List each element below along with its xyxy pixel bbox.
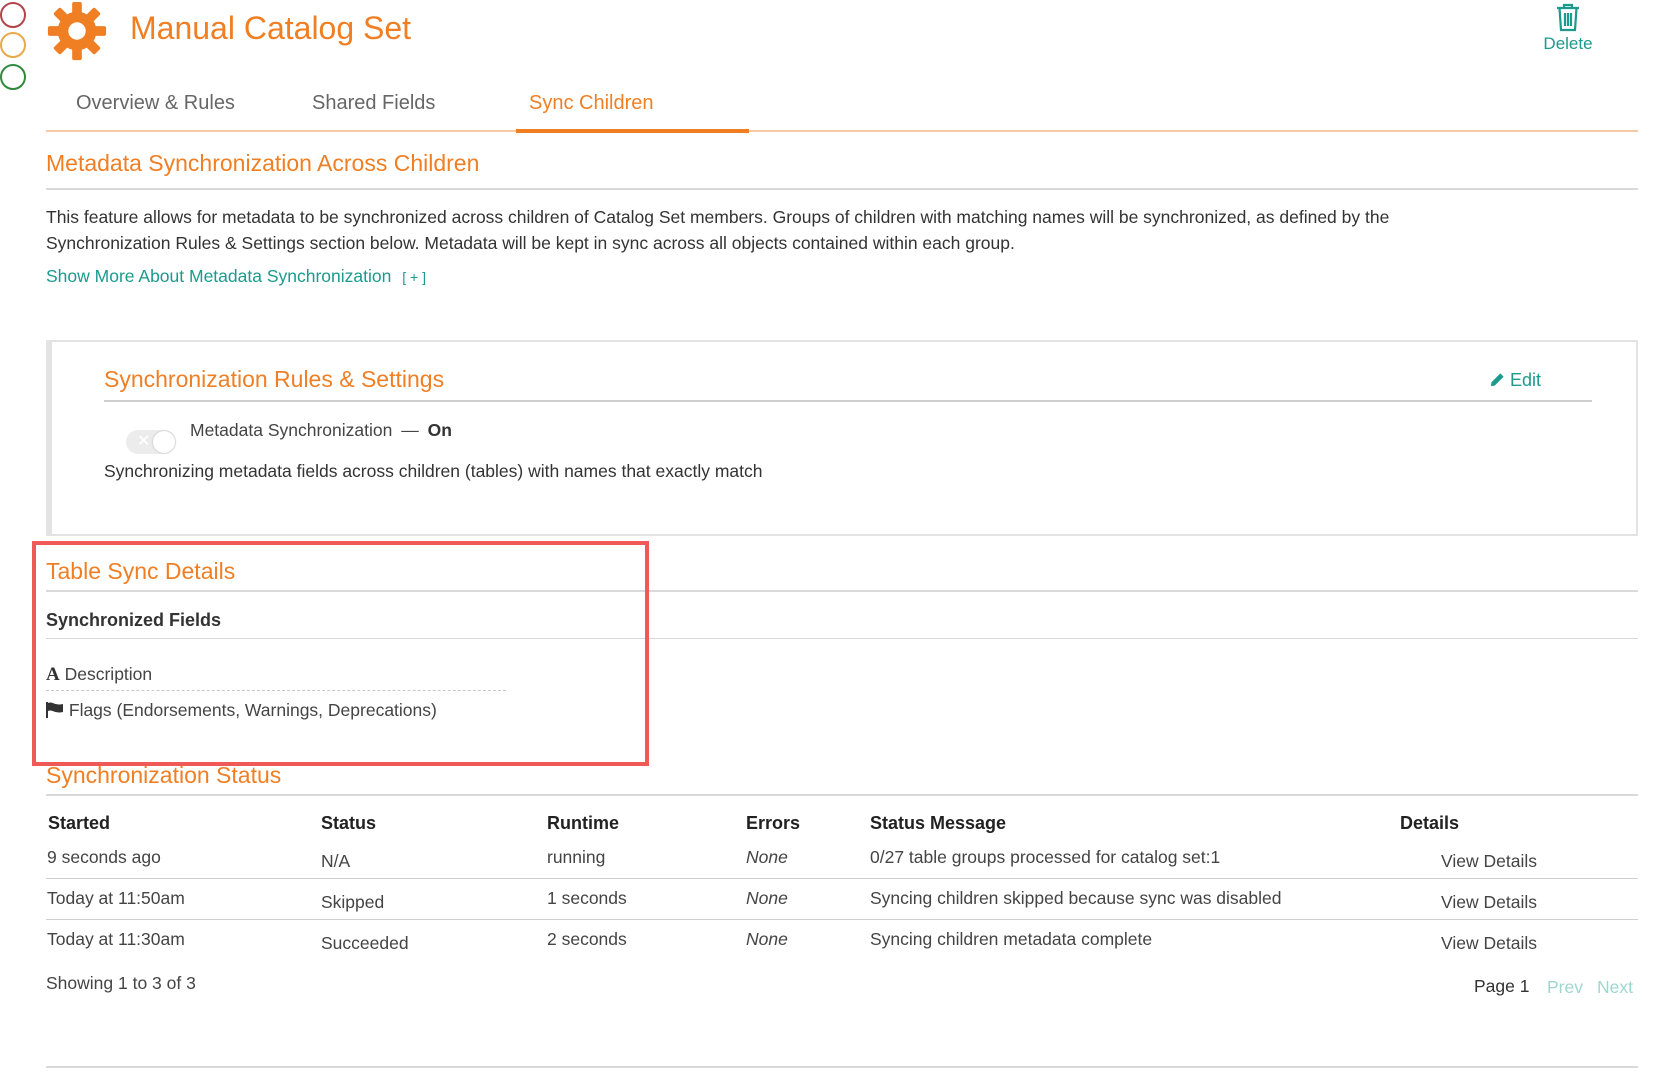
rules-description: Synchronizing metadata fields across chi… bbox=[104, 461, 763, 481]
metadata-sync-description: This feature allows for metadata to be s… bbox=[46, 204, 1636, 256]
column-header-details: Details bbox=[1400, 813, 1460, 833]
trash-icon bbox=[1557, 3, 1579, 32]
row-1-runtime: running bbox=[547, 847, 606, 867]
toggle-status: Metadata Synchronization — On bbox=[190, 420, 452, 441]
edit-button[interactable]: Edit bbox=[1490, 370, 1541, 391]
sync-status-divider bbox=[46, 794, 1638, 796]
prev-page-button[interactable]: Prev bbox=[1547, 977, 1583, 998]
row-1-view-details-link[interactable]: View Details bbox=[1441, 851, 1537, 872]
sync-toggle[interactable]: ✕ bbox=[126, 430, 176, 454]
row-divider bbox=[46, 878, 1638, 879]
show-more-link[interactable]: Show More About Metadata Synchronization… bbox=[46, 266, 426, 287]
description-line-1: This feature allows for metadata to be s… bbox=[46, 207, 1390, 227]
pagination-summary: Showing 1 to 3 of 3 bbox=[46, 973, 196, 993]
sync-status-title: Synchronization Status bbox=[46, 762, 282, 788]
row-1-started: 9 seconds ago bbox=[47, 847, 161, 867]
row-1-errors: None bbox=[746, 847, 788, 867]
column-header-status: Status bbox=[321, 813, 377, 833]
column-header-status-message: Status Message bbox=[870, 813, 1007, 833]
tab-bar: Overview & Rules Shared Fields Sync Chil… bbox=[46, 82, 1638, 133]
highlight-box bbox=[32, 541, 649, 766]
row-3-runtime: 2 seconds bbox=[547, 929, 627, 949]
gear-icon bbox=[47, 1, 107, 61]
edit-label: Edit bbox=[1510, 370, 1542, 390]
row-3-started: Today at 11:30am bbox=[47, 929, 185, 949]
tab-overview-rules[interactable]: Overview & Rules bbox=[76, 92, 235, 115]
active-tab-indicator bbox=[516, 129, 749, 133]
tab-shared-fields[interactable]: Shared Fields bbox=[312, 92, 435, 115]
toggle-label: Metadata Synchronization bbox=[190, 420, 393, 440]
next-page-button[interactable]: Next bbox=[1597, 977, 1633, 998]
row-1-message: 0/27 table groups processed for catalog … bbox=[870, 847, 1221, 867]
column-header-runtime: Runtime bbox=[547, 813, 619, 833]
zoom-window-button[interactable] bbox=[0, 64, 26, 90]
pencil-icon bbox=[1490, 373, 1504, 387]
rules-divider bbox=[104, 400, 1592, 402]
row-3-status[interactable]: Succeeded bbox=[321, 933, 409, 954]
row-3-errors: None bbox=[746, 929, 788, 949]
tab-sync-children[interactable]: Sync Children bbox=[529, 92, 654, 115]
show-more-label: Show More About Metadata Synchronization bbox=[46, 266, 392, 286]
column-header-started: Started bbox=[48, 813, 111, 833]
description-line-2: Synchronization Rules & Settings section… bbox=[46, 233, 1015, 253]
row-3-view-details-link[interactable]: View Details bbox=[1441, 933, 1537, 954]
metadata-sync-title: Metadata Synchronization Across Children bbox=[46, 150, 480, 176]
row-2-message: Syncing children skipped because sync wa… bbox=[870, 888, 1282, 908]
toggle-state: On bbox=[427, 420, 452, 440]
close-window-button[interactable] bbox=[0, 2, 26, 28]
section-divider bbox=[46, 188, 1638, 190]
delete-label: Delete bbox=[1543, 34, 1593, 53]
row-2-errors: None bbox=[746, 888, 788, 908]
rules-settings-title: Synchronization Rules & Settings bbox=[104, 366, 445, 392]
delete-button[interactable]: Delete bbox=[1528, 2, 1608, 54]
row-2-runtime: 1 seconds bbox=[547, 888, 627, 908]
row-2-status[interactable]: Skipped bbox=[321, 892, 384, 913]
expand-toggle: [ + ] bbox=[402, 269, 426, 285]
row-1-status[interactable]: N/A bbox=[321, 851, 350, 872]
toggle-knob bbox=[153, 431, 175, 453]
row-2-view-details-link[interactable]: View Details bbox=[1441, 892, 1537, 913]
toggle-x-icon: ✕ bbox=[137, 433, 151, 450]
minimize-window-button[interactable] bbox=[0, 32, 26, 58]
toggle-separator: — bbox=[401, 420, 419, 440]
row-divider bbox=[46, 919, 1638, 920]
page-title: Manual Catalog Set bbox=[130, 10, 412, 46]
footer-divider bbox=[46, 1066, 1638, 1068]
row-2-started: Today at 11:50am bbox=[47, 888, 185, 908]
column-header-errors: Errors bbox=[746, 813, 801, 833]
page-indicator: Page 1 bbox=[1474, 976, 1530, 996]
row-3-message: Syncing children metadata complete bbox=[870, 929, 1153, 949]
